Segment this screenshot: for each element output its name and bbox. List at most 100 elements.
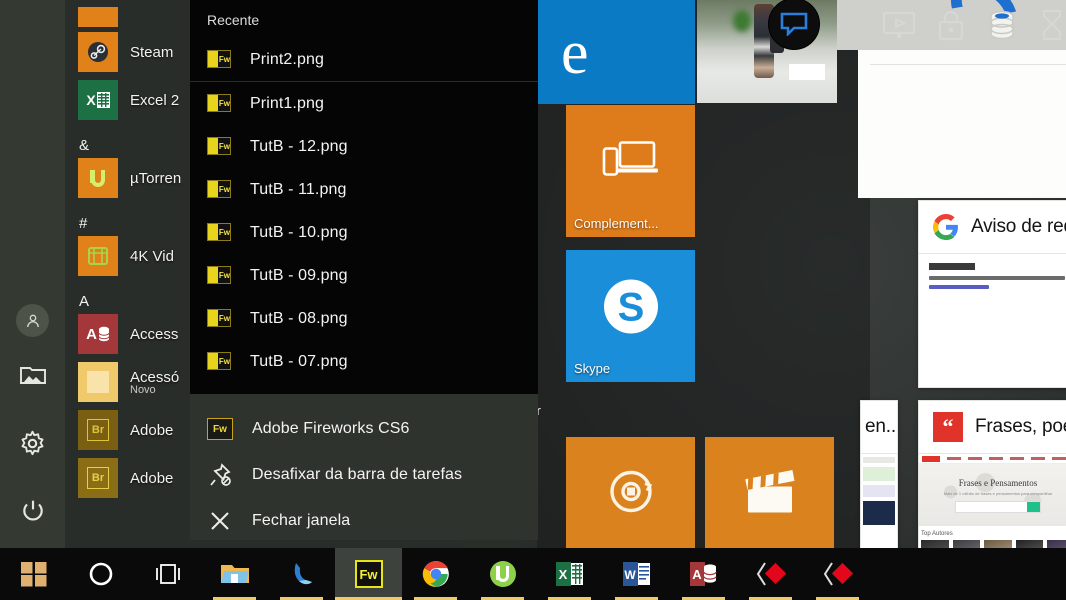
ruby-app-1-button[interactable] bbox=[737, 548, 804, 600]
tile-skype[interactable]: S Skype bbox=[566, 250, 695, 382]
hero-subtitle: Mais de 1 milhão de frases e pensamentos… bbox=[943, 491, 1053, 496]
steam-icon bbox=[78, 32, 118, 72]
sidebar-item-4kvideo[interactable]: 4K Vid bbox=[65, 232, 195, 280]
jump-list-action-open-app[interactable]: Fw Adobe Fireworks CS6 bbox=[190, 406, 538, 452]
jump-list-action-label: Adobe Fireworks CS6 bbox=[252, 420, 410, 437]
fireworks-file-icon: Fw bbox=[207, 351, 233, 372]
jump-list-action-unpin[interactable]: Desafixar da barra de tarefas bbox=[190, 452, 538, 498]
app-label: µTorren bbox=[130, 169, 182, 187]
jump-list-item[interactable]: Fw TutB - 11.png bbox=[190, 168, 538, 211]
padlock-icon[interactable] bbox=[936, 5, 966, 45]
app-label: Acessó bbox=[130, 368, 180, 386]
video-monitor-icon[interactable] bbox=[882, 5, 916, 45]
start-button[interactable] bbox=[0, 548, 67, 600]
task-view-card-pensador[interactable]: “ Frases, poema Frases e Pensamentos Mai… bbox=[918, 400, 1066, 552]
jump-list-item[interactable]: Fw TutB - 10.png bbox=[190, 211, 538, 254]
tile-movies[interactable] bbox=[705, 437, 834, 549]
sidebar-item-adobe-1[interactable]: Br Adobe bbox=[65, 406, 195, 454]
app-list-item[interactable] bbox=[65, 6, 195, 28]
app-group-header: & bbox=[79, 137, 90, 154]
card-header: Aviso de redire bbox=[919, 201, 1066, 253]
rail-button-group bbox=[0, 358, 65, 542]
tile-complementos[interactable]: Complement... bbox=[566, 105, 695, 237]
user-account-icon[interactable] bbox=[16, 304, 49, 337]
jump-list-item[interactable]: Fw TutB - 09.png bbox=[190, 254, 538, 297]
task-view-card-partial[interactable]: en... bbox=[860, 400, 898, 552]
jump-list-section-header: Recente bbox=[207, 12, 260, 28]
app-group-header: A bbox=[79, 293, 90, 310]
tile-label: Complement... bbox=[574, 216, 659, 231]
app-label-wrap: Steam bbox=[130, 44, 173, 61]
access-button[interactable]: A bbox=[670, 548, 737, 600]
app-label: Adobe bbox=[130, 421, 174, 439]
jump-list-menu: Recente Fw Print2.png Fw Print1.png Fw T… bbox=[190, 0, 538, 540]
tile-label: Skype bbox=[574, 361, 611, 376]
red-diamond-icon bbox=[823, 559, 853, 589]
jump-list-item[interactable]: Fw TutB - 08.png bbox=[190, 297, 538, 340]
card-body-heading bbox=[929, 263, 975, 270]
utorrent-icon bbox=[488, 559, 518, 589]
mini-search-box[interactable] bbox=[955, 501, 1041, 513]
fireworks-file-icon: Fw bbox=[207, 49, 233, 70]
tile-edge[interactable]: e bbox=[537, 0, 695, 104]
chrome-button[interactable] bbox=[402, 548, 469, 600]
camera-icon bbox=[603, 464, 659, 523]
app-label: Excel 2 bbox=[130, 91, 180, 109]
fireworks-file-icon: Fw bbox=[207, 93, 233, 114]
jump-list-item-label: TutB - 09.png bbox=[250, 266, 348, 284]
jump-list-item[interactable]: Fw Print2.png bbox=[190, 38, 538, 81]
hero-title: Frases e Pensamentos bbox=[958, 478, 1038, 488]
clapperboard-icon bbox=[739, 467, 801, 520]
jump-list-item-label: TutB - 12.png bbox=[250, 137, 348, 155]
jump-list-action-close[interactable]: Fechar janela bbox=[190, 498, 538, 544]
chat-bubble-badge[interactable] bbox=[768, 0, 820, 50]
jump-list-action-label: Desafixar da barra de tarefas bbox=[252, 466, 463, 483]
fireworks-icon: Fw bbox=[354, 559, 384, 589]
jump-list-item-label: Print1.png bbox=[250, 94, 324, 112]
task-view-card-google[interactable]: Aviso de redire bbox=[918, 200, 1066, 388]
sidebar-item-access[interactable]: A Access bbox=[65, 310, 195, 358]
pictures-folder-icon[interactable] bbox=[16, 358, 50, 392]
unpin-icon bbox=[207, 462, 233, 488]
utorrent-button[interactable] bbox=[469, 548, 536, 600]
hourglass-icon[interactable] bbox=[1038, 5, 1066, 45]
sidebar-item-steam[interactable]: Steam bbox=[65, 28, 195, 76]
file-explorer-button[interactable] bbox=[201, 548, 268, 600]
cortana-circle-icon bbox=[86, 559, 116, 589]
mini-site-navbar bbox=[919, 454, 1066, 464]
task-view-button[interactable] bbox=[134, 548, 201, 600]
jump-list-item[interactable]: Fw Print1.png bbox=[190, 82, 538, 125]
fireworks-button[interactable]: Fw bbox=[335, 548, 402, 600]
quote-mark-icon: “ bbox=[933, 412, 963, 442]
jump-list-item[interactable]: Fw TutB - 07.png bbox=[190, 340, 538, 383]
jump-list-item-label: TutB - 07.png bbox=[250, 352, 348, 370]
tile-camera[interactable] bbox=[566, 437, 695, 549]
utorrent-icon bbox=[78, 158, 118, 198]
background-page-white bbox=[858, 50, 1066, 198]
app-label: 4K Vid bbox=[130, 247, 174, 265]
access-icon: A bbox=[78, 314, 118, 354]
phone-laptop-icon bbox=[602, 139, 660, 188]
sidebar-item-acessorios[interactable]: Acessó Novo bbox=[65, 358, 195, 406]
excel-button[interactable]: X bbox=[536, 548, 603, 600]
power-icon[interactable] bbox=[16, 494, 50, 528]
jump-list-recent-section: Recente Fw Print2.png Fw Print1.png Fw T… bbox=[190, 0, 538, 394]
card-body bbox=[919, 253, 1066, 387]
excel-icon: X bbox=[555, 559, 585, 589]
sidebar-item-utorrent[interactable]: µTorren bbox=[65, 154, 195, 202]
cortana-button[interactable] bbox=[67, 548, 134, 600]
database-icon[interactable] bbox=[986, 5, 1018, 45]
ruby-app-2-button[interactable] bbox=[804, 548, 871, 600]
start-menu-rail bbox=[0, 0, 65, 552]
sidebar-item-adobe-2[interactable]: Br Adobe bbox=[65, 454, 195, 502]
jump-list-item[interactable]: Fw TutB - 12.png bbox=[190, 125, 538, 168]
settings-gear-icon[interactable] bbox=[16, 426, 50, 460]
accessories-folder-icon bbox=[78, 362, 118, 402]
sidebar-item-excel[interactable]: X Excel 2 bbox=[65, 76, 195, 124]
jump-list-item-label: Print2.png bbox=[250, 50, 324, 68]
word-button[interactable]: W bbox=[603, 548, 670, 600]
jump-list-actions-section: Fw Adobe Fireworks CS6 Desafixar da barr… bbox=[190, 394, 538, 540]
taskbar: Fw X W A bbox=[0, 548, 1066, 600]
app-label: Steam bbox=[130, 43, 174, 61]
boomerang-app-button[interactable] bbox=[268, 548, 335, 600]
